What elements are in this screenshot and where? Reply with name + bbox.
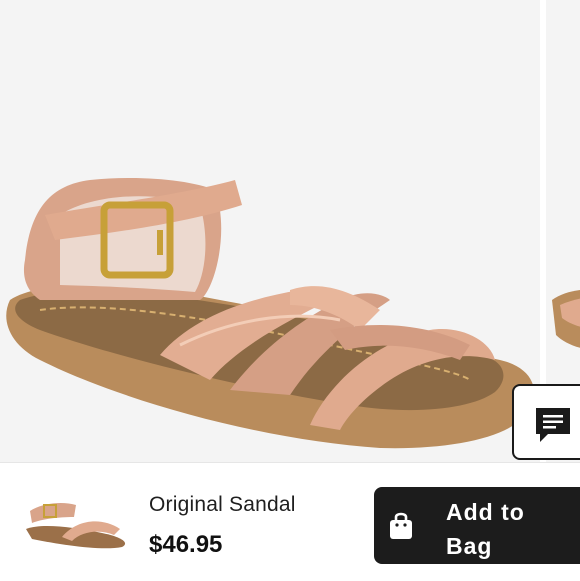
shopping-bag-icon	[390, 512, 412, 539]
chat-button[interactable]	[512, 384, 580, 460]
product-photo-sandal	[6, 178, 534, 449]
product-name: Original Sandal	[149, 493, 296, 516]
add-to-bag-button[interactable]: Add to Bag	[374, 487, 580, 564]
add-to-bag-label: Add to Bag	[446, 499, 525, 559]
sticky-purchase-bar: Original Sandal $46.95 Add to Bag	[0, 462, 580, 581]
product-image-main[interactable]	[0, 0, 540, 462]
product-thumbnail	[26, 503, 126, 549]
chat-bubble-icon	[536, 408, 570, 442]
product-image-gallery[interactable]	[0, 0, 580, 462]
product-price: $46.95	[149, 531, 223, 558]
